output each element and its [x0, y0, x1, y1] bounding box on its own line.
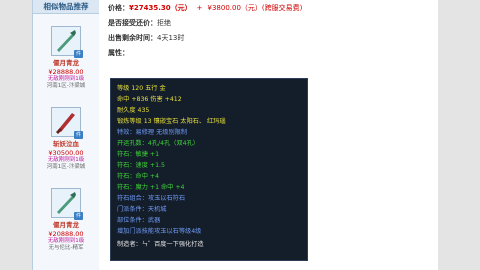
item-thumbnail[interactable]: 件: [51, 188, 83, 220]
stat-line: 符石：敏捷 +1: [117, 151, 160, 158]
price-alt: ¥3800.00（元）: [207, 4, 262, 12]
item-tag: 无敌刚刚到1级: [47, 157, 85, 163]
attributes-row: 属性：: [108, 49, 129, 58]
stat-line: 锻炼等级 13 镶嵌宝石 太阳石、 红玛瑙: [117, 118, 226, 125]
stat-line: 增加门派技能攻玉以石等级4级: [117, 228, 202, 235]
similar-item[interactable]: 件 偃月青龙 ¥20888.00 无敌刚刚到1级 无与伦比-精军: [33, 188, 99, 252]
time-value: 4天13时: [157, 34, 185, 42]
attributes-box: 等级 120 五行 金 命中 +836 伤害 +412 耐久度 435 锻炼等级…: [110, 78, 308, 261]
stat-line: 等级 120 五行 金: [117, 85, 166, 92]
stat-line: 符石：命中 +4: [117, 173, 160, 180]
sidebar-title: 相似物品推荐: [33, 0, 99, 14]
item-badge: 件: [74, 50, 83, 58]
item-server: 无与伦比-精军: [48, 245, 84, 251]
price-label: 价格：: [108, 4, 129, 12]
time-row: 出售剩余时间：4天13时: [108, 34, 184, 43]
item-badge: 件: [74, 212, 83, 220]
stat-line: 门派条件：天机城: [117, 206, 167, 213]
stat-line: 命中 +836 伤害 +412: [117, 96, 182, 103]
similar-item[interactable]: 件 斩妖泣血 ¥30500.00 无敌刚刚到1级 河南1区-汴梁城: [33, 107, 99, 171]
price-row: 价格：¥27435.30（元） + ¥3800.00（元）(跨服交易费): [108, 4, 302, 13]
item-server: 河南1区-汴梁城: [46, 83, 86, 89]
item-thumbnail[interactable]: 件: [51, 107, 83, 139]
item-badge: 件: [74, 131, 83, 139]
stat-line: 特效：易修理 无级别限制: [117, 129, 188, 136]
item-name[interactable]: 偃月青龙: [33, 221, 99, 230]
attributes-label: 属性：: [108, 49, 129, 57]
item-tag: 无敌刚刚到1级: [47, 76, 85, 82]
stat-line: 符石：魔力 +1 命中 +4: [117, 184, 185, 191]
right-margin: [438, 0, 480, 270]
stat-line: 部位条件：武器: [117, 217, 161, 224]
price-plus: +: [196, 4, 203, 12]
item-thumbnail[interactable]: 件: [51, 26, 83, 58]
item-name[interactable]: 偃月青龙: [33, 59, 99, 68]
bargain-label: 是否接受还价：: [108, 19, 157, 27]
stat-line: 制造者：ㄣ゛百度一下强化打造: [117, 241, 204, 248]
similar-item[interactable]: 件 偃月青龙 ¥28888.00 无敌刚刚到1级 河南1区-汴梁城: [33, 26, 99, 90]
stat-line: 符石：速度 +1.5: [117, 162, 165, 169]
stat-line: 耐久度 435: [117, 107, 150, 114]
stat-line: 开运孔数：4孔/4孔（双4孔）: [117, 140, 199, 147]
item-price: ¥30500.00: [48, 149, 84, 157]
time-label: 出售剩余时间：: [108, 34, 157, 42]
item-tag: 无敌刚刚到1级: [47, 238, 85, 244]
item-detail-panel: 价格：¥27435.30（元） + ¥3800.00（元）(跨服交易费) 是否接受还…: [99, 0, 438, 270]
item-server: 河南1区-汴梁城: [46, 164, 86, 170]
item-name[interactable]: 斩妖泣血: [33, 140, 99, 149]
item-price: ¥28888.00: [48, 68, 84, 76]
price-main: ¥27435.30（元）: [129, 4, 192, 12]
item-price: ¥20888.00: [48, 230, 84, 238]
stat-line: 符石组合：攻玉以石符石: [117, 195, 186, 202]
similar-items-sidebar: 相似物品推荐 件 偃月青龙 ¥28888.00 无敌刚刚到1级 河南1区-汴梁城…: [32, 0, 100, 270]
bargain-value: 拒绝: [157, 19, 171, 27]
left-margin: [0, 0, 32, 270]
price-note: (跨服交易费): [261, 4, 303, 12]
bargain-row: 是否接受还价：拒绝: [108, 19, 171, 28]
